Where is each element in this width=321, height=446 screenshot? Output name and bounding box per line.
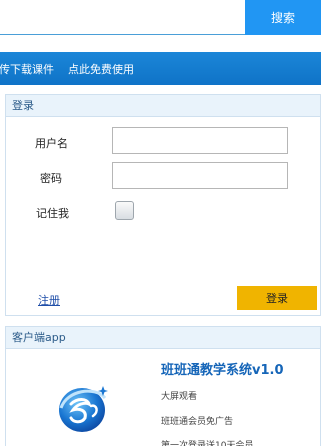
- search-button[interactable]: 搜索: [245, 0, 321, 35]
- top-bar: 搜索: [0, 0, 321, 36]
- remember-me-checkbox[interactable]: [115, 201, 134, 220]
- remember-me-label: 记住我: [36, 207, 69, 220]
- password-field[interactable]: [112, 162, 288, 189]
- register-link[interactable]: 注册: [38, 292, 60, 308]
- upload-download-link[interactable]: 上传下载课件: [0, 61, 54, 77]
- search-underline: [0, 34, 248, 35]
- password-label: 密码: [40, 172, 62, 185]
- username-label: 用户名: [35, 137, 68, 150]
- app-panel-title: 客户端app: [6, 327, 320, 349]
- feature-item: 班班通会员免广告: [161, 417, 234, 427]
- nav-banner: 上传下载课件 点此免费使用: [0, 52, 321, 85]
- username-field[interactable]: [112, 127, 288, 154]
- login-button[interactable]: 登录: [237, 286, 317, 310]
- app-panel: 客户端app 班班通教学系统v1.0 大屏观看 班班通会员免广告 第一次登录送1…: [5, 326, 321, 446]
- free-use-link[interactable]: 点此免费使用: [68, 61, 134, 77]
- feature-item: 第一次登录送10天会员: [161, 441, 254, 446]
- product-name: 班班通教学系统v1.0: [161, 363, 284, 378]
- login-panel: 登录 用户名 密码 记住我 注册 登录: [5, 94, 321, 316]
- login-panel-title: 登录: [6, 95, 320, 117]
- feature-item: 大屏观看: [161, 392, 198, 402]
- banbantong-logo-icon: [59, 386, 108, 432]
